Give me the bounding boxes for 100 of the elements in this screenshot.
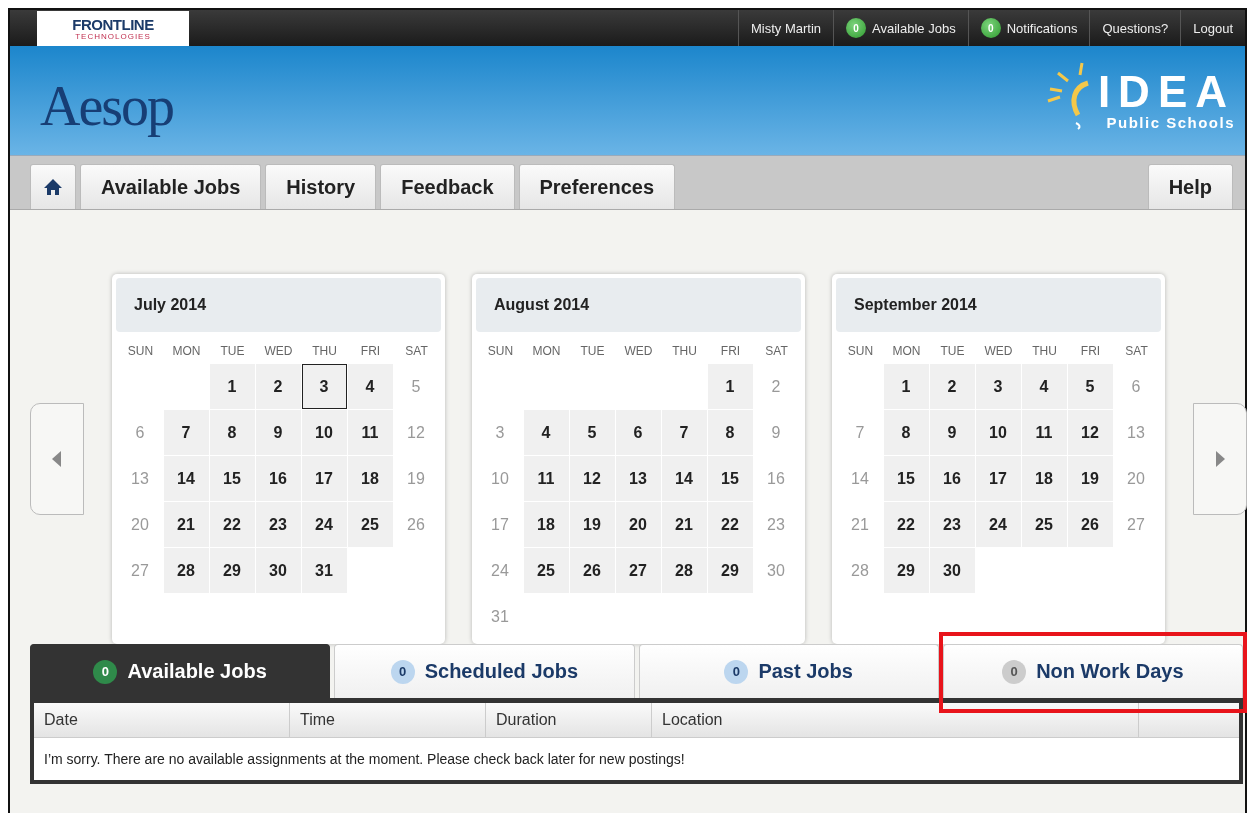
district-logo: IDEA (1097, 70, 1235, 114)
day-cell[interactable]: 14 (163, 456, 209, 501)
count-badge: 0 (93, 659, 118, 684)
day-cell[interactable]: 15 (707, 456, 753, 501)
day-cell[interactable]: 16 (255, 456, 301, 501)
weekday-label: TUE (939, 343, 966, 360)
weekday-label: FRI (1079, 343, 1102, 360)
day-cell[interactable]: 17 (975, 456, 1021, 501)
day-cell[interactable]: 24 (975, 502, 1021, 547)
day-cell[interactable]: 23 (929, 502, 975, 547)
help-tab[interactable]: Help (1147, 164, 1233, 209)
day-cell[interactable]: 19 (1067, 456, 1113, 501)
day-cell[interactable]: 8 (209, 410, 255, 455)
nav-tab[interactable]: Available Jobs (80, 164, 262, 209)
day-cell[interactable]: 14 (661, 456, 707, 501)
day-cell[interactable]: 21 (163, 502, 209, 547)
weekday-label: WED (263, 343, 294, 360)
nav-tab[interactable]: Preferences (518, 164, 676, 209)
day-cell[interactable]: 21 (661, 502, 707, 547)
weekday-label: TUE (219, 343, 246, 360)
day-cell[interactable]: 31 (301, 548, 347, 593)
day-cell[interactable]: 26 (1067, 502, 1113, 547)
day-cell[interactable]: 11 (1021, 410, 1067, 455)
day-cell[interactable]: 10 (975, 410, 1021, 455)
day-cell[interactable]: 22 (707, 502, 753, 547)
weekday-label: WED (983, 343, 1014, 360)
count-badge: 0 (980, 18, 1001, 38)
day-cell[interactable]: 8 (707, 410, 753, 455)
day-cell[interactable]: 29 (209, 548, 255, 593)
day-cell[interactable]: 18 (1021, 456, 1067, 501)
weekday-label: MON (171, 343, 202, 360)
day-cell[interactable]: 28 (661, 548, 707, 593)
weekday-label: THU (671, 343, 698, 360)
day-cell[interactable]: 26 (569, 548, 615, 593)
day-cell[interactable]: 16 (929, 456, 975, 501)
weekday-label: FRI (719, 343, 742, 360)
empty-message: I’m sorry. There are no available assignments at the moment. Please check back later for new postings! (43, 750, 686, 769)
day-cell[interactable]: 20 (615, 502, 661, 547)
day-cell[interactable]: 15 (209, 456, 255, 501)
today-cell[interactable]: 3 (301, 364, 347, 409)
day-cell[interactable]: 9 (255, 410, 301, 455)
month-title: July 2014 (116, 278, 441, 332)
day-cell[interactable]: 25 (523, 548, 569, 593)
day-cell[interactable]: 27 (615, 548, 661, 593)
day-cell[interactable]: 1 (209, 364, 255, 409)
weekday-label: SUN (126, 343, 155, 360)
day-cell[interactable]: 4 (1021, 364, 1067, 409)
day-cell[interactable]: 5 (1067, 364, 1113, 409)
day-cell[interactable]: 1 (883, 364, 929, 409)
count-badge: 0 (724, 659, 749, 684)
day-cell[interactable]: 30 (255, 548, 301, 593)
next-month-button[interactable] (1193, 403, 1247, 515)
nav-tab[interactable]: History (265, 164, 377, 209)
day-cell[interactable]: 9 (929, 410, 975, 455)
day-cell[interactable]: 7 (661, 410, 707, 455)
day-cell[interactable]: 3 (975, 364, 1021, 409)
day-cell[interactable]: 15 (883, 456, 929, 501)
job-tab[interactable]: 0 Scheduled Jobs (334, 644, 635, 698)
day-cell[interactable]: 22 (883, 502, 929, 547)
day-cell[interactable]: 13 (615, 456, 661, 501)
job-tab[interactable]: 0 Past Jobs (638, 644, 939, 698)
day-cell[interactable]: 1 (707, 364, 753, 409)
day-cell[interactable]: 22 (209, 502, 255, 547)
day-cell[interactable]: 12 (569, 456, 615, 501)
day-cell[interactable]: 25 (1021, 502, 1067, 547)
previous-month-button[interactable] (30, 403, 84, 515)
job-tab[interactable]: 0 Non Work Days (942, 644, 1243, 698)
day-cell[interactable]: 19 (569, 502, 615, 547)
weekday-label: FRI (359, 343, 382, 360)
home-tab[interactable] (30, 164, 76, 209)
day-cell[interactable]: 10 (301, 410, 347, 455)
day-cell[interactable]: 29 (883, 548, 929, 593)
day-cell[interactable]: 24 (301, 502, 347, 547)
day-cell[interactable]: 18 (523, 502, 569, 547)
day-cell[interactable]: 11 (523, 456, 569, 501)
district-subtitle: Public Schools (1106, 114, 1235, 131)
right-arrow-icon (1215, 451, 1225, 467)
column-header: Time (290, 703, 486, 737)
brand-name: FRONTLINE (72, 16, 154, 32)
day-cell[interactable]: 28 (163, 548, 209, 593)
day-cell[interactable]: 11 (347, 410, 393, 455)
day-cell[interactable]: 4 (523, 410, 569, 455)
day-cell[interactable]: 5 (569, 410, 615, 455)
day-cell[interactable]: 30 (929, 548, 975, 593)
day-cell[interactable]: 25 (347, 502, 393, 547)
day-cell[interactable]: 17 (301, 456, 347, 501)
day-cell[interactable]: 8 (883, 410, 929, 455)
day-cell[interactable]: 2 (255, 364, 301, 409)
weekday-label: SUN (486, 343, 515, 360)
nav-tab[interactable]: Feedback (380, 164, 515, 209)
day-cell[interactable]: 2 (929, 364, 975, 409)
job-tab[interactable]: 0 Available Jobs (30, 644, 331, 698)
day-cell[interactable]: 6 (615, 410, 661, 455)
day-cell[interactable]: 18 (347, 456, 393, 501)
day-cell[interactable]: 23 (255, 502, 301, 547)
day-cell[interactable]: 4 (347, 364, 393, 409)
day-cell[interactable]: 7 (163, 410, 209, 455)
day-cell[interactable]: 12 (1067, 410, 1113, 455)
weekday-label: SAT (1124, 343, 1149, 360)
day-cell[interactable]: 29 (707, 548, 753, 593)
